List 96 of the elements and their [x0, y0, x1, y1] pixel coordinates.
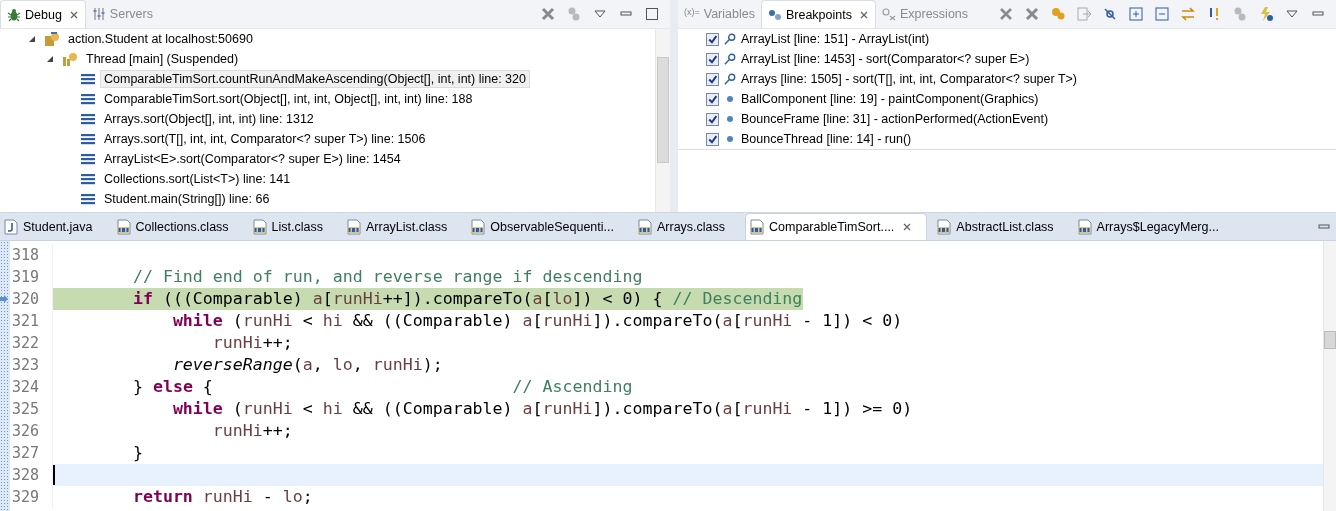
- view-tab[interactable]: Breakpoints: [760, 0, 876, 28]
- class-file-icon: [116, 218, 131, 235]
- stack-frame-icon: [80, 91, 96, 107]
- editor-tab[interactable]: Student.java: [0, 213, 107, 240]
- remove-all-icon[interactable]: [1024, 6, 1040, 22]
- code-line: return runHi - lo;: [131, 486, 314, 508]
- code-line: // Find end of run, and reverse range if descending: [131, 266, 644, 288]
- stack-frame-icon: [80, 71, 96, 87]
- code-line: } else { // Ascending: [131, 376, 634, 398]
- line-number: 324: [11, 378, 40, 396]
- line-number: 327: [11, 444, 40, 462]
- line-number: 318: [11, 246, 40, 264]
- launch-icon: [44, 31, 60, 47]
- editor-tab[interactable]: ComparableTimSort....: [745, 213, 928, 240]
- tree-item[interactable]: ComparableTimSort.countRunAndMakeAscending(Object[], int, int) line: 320: [100, 70, 530, 88]
- breakpoint-label[interactable]: BounceFrame [line: 31] - actionPerformed(ActionEvent): [741, 112, 1049, 126]
- breakpoint-label[interactable]: BallComponent [line: 19] - paintComponent(Graphics): [741, 92, 1039, 106]
- class-file-icon: [252, 218, 267, 235]
- java-file-icon: [4, 218, 18, 235]
- tree-item[interactable]: ArrayList<E>.sort(Comparator<? super E>) line: 1454: [100, 150, 405, 168]
- editor-tab[interactable]: ArrayList.class: [343, 213, 462, 240]
- remove-all-icon[interactable]: [540, 6, 556, 22]
- stack-frame-icon: [80, 131, 96, 147]
- editor-tab[interactable]: Arrays$LegacyMerg...: [1073, 213, 1233, 240]
- expand-arrow-icon[interactable]: [28, 35, 36, 43]
- expand-arrow-icon[interactable]: [46, 55, 54, 63]
- expression-icon: [881, 7, 896, 21]
- bug-icon: [7, 7, 21, 22]
- line-number: 328: [11, 466, 40, 484]
- class-file-icon: [471, 218, 486, 235]
- checkbox[interactable]: [706, 92, 719, 106]
- maximize-icon[interactable]: [644, 6, 660, 22]
- tree-item[interactable]: ComparableTimSort.sort(Object[], int, int, Object[], int, int) line: 188: [100, 90, 477, 108]
- line-number: 321: [11, 312, 40, 330]
- stack-frame-icon: [80, 111, 96, 127]
- dots-icon: [767, 7, 782, 22]
- class-file-icon: [638, 218, 652, 235]
- stack-frame-icon: [80, 191, 96, 207]
- checkbox[interactable]: [706, 132, 719, 146]
- checkbox[interactable]: [706, 32, 719, 46]
- breakpoint-label[interactable]: ArrayList [line: 151] - ArrayList(int): [741, 32, 930, 46]
- editor-tab[interactable]: AbstractList.class: [933, 213, 1068, 240]
- code-line: runHi++;: [211, 332, 294, 354]
- editor-tab[interactable]: Arrays.class: [634, 213, 740, 240]
- tree-item[interactable]: action.Student at localhost:50690: [64, 30, 257, 48]
- breakpoint-dot-icon: [724, 93, 736, 105]
- sliders-icon: [91, 7, 106, 21]
- swap-arrows-icon[interactable]: [1180, 6, 1196, 22]
- tree-item[interactable]: Collections.sort(List<T>) line: 141: [100, 170, 295, 188]
- breakpoint-label[interactable]: BounceThread [line: 14] - run(): [741, 132, 912, 146]
- breakpoint-dot-icon: [724, 133, 736, 145]
- line-number: 326: [11, 422, 40, 440]
- tree-item[interactable]: Arrays.sort(Object[], int, int) line: 1312: [100, 110, 318, 128]
- breakpoint-label[interactable]: Arrays [line: 1505] - sort(T[], int, int, Comparator<? super T>): [741, 72, 1077, 86]
- code-line: while (runHi < hi && ((Comparable) a[runHi]).compareTo(a[runHi - 1]) >= 0): [171, 398, 914, 420]
- editor-tab[interactable]: ObservableSequenti...: [467, 213, 628, 240]
- skip-icon[interactable]: [1102, 6, 1118, 22]
- code-line: runHi++;: [211, 420, 294, 442]
- lightning-icon[interactable]: [1258, 6, 1274, 22]
- tree-item[interactable]: Thread [main] (Suspended): [82, 50, 243, 68]
- line-number: 319: [11, 268, 40, 286]
- code-line: reverseRange(a, lo, runHi);: [171, 354, 444, 376]
- view-tab[interactable]: Debug: [0, 0, 86, 28]
- line-number: 329: [11, 488, 40, 506]
- checkbox[interactable]: [706, 52, 719, 66]
- line-number: 323: [11, 356, 40, 374]
- line-number: 325: [11, 400, 40, 418]
- class-file-icon: [1077, 218, 1092, 235]
- thread-icon: [62, 51, 78, 67]
- export-icon[interactable]: [1076, 6, 1092, 22]
- line-number: 322: [11, 334, 40, 352]
- stack-frame-icon: [80, 171, 96, 187]
- stack-frame-icon: [80, 151, 96, 167]
- tree-item[interactable]: Arrays.sort(T[], int, int, Comparator<? super T>) line: 1506: [100, 130, 430, 148]
- editor-tab[interactable]: Collections.class: [112, 213, 243, 240]
- collapse-all-icon[interactable]: [1154, 6, 1170, 22]
- checkbox[interactable]: [706, 112, 719, 126]
- code-line: }: [131, 442, 144, 464]
- code-line: while (runHi < hi && ((Comparable) a[runHi]).compareTo(a[runHi - 1]) < 0): [171, 310, 904, 332]
- breakpoint-dot-icon: [724, 113, 736, 125]
- close-icon[interactable]: [68, 9, 79, 20]
- editor-tab[interactable]: List.class: [248, 213, 337, 240]
- expand-all-icon[interactable]: [1128, 6, 1144, 22]
- scrollbar[interactable]: [655, 29, 670, 212]
- class-file-icon: [937, 218, 952, 235]
- close-icon[interactable]: [902, 222, 913, 232]
- variables-icon: (x)=: [684, 7, 700, 21]
- class-file-icon: [347, 218, 361, 235]
- tree-item[interactable]: Student.main(String[]) line: 66: [100, 190, 274, 208]
- breakpoint-label[interactable]: ArrayList [line: 1453] - sort(Comparator<? super E>): [741, 52, 1030, 66]
- class-file-icon: [750, 219, 765, 235]
- line-number: 320: [11, 290, 40, 308]
- remove-icon[interactable]: [998, 6, 1014, 22]
- scrollbar[interactable]: [1323, 241, 1336, 511]
- close-icon[interactable]: [858, 9, 869, 20]
- checkbox[interactable]: [706, 72, 719, 86]
